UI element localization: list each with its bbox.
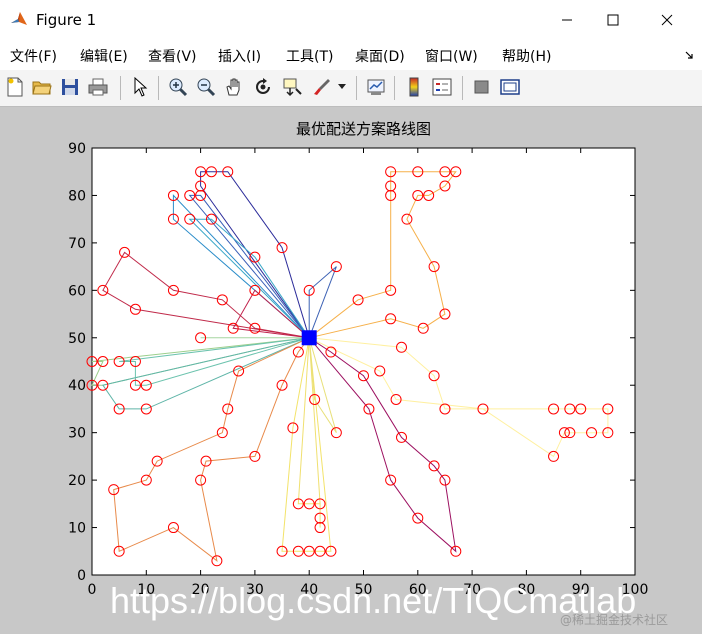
y-tick-label: 40 — [68, 378, 86, 394]
y-tick-label: 0 — [77, 568, 86, 584]
y-tick-label: 30 — [68, 426, 86, 442]
y-tick-label: 80 — [68, 188, 86, 204]
y-tick-label: 70 — [68, 236, 86, 252]
y-tick-label: 50 — [68, 331, 86, 347]
y-tick-label: 90 — [68, 141, 86, 157]
watermark: https://blog.csdn.net/TIQCmatlab — [110, 580, 637, 621]
watermark-small: @稀土掘金技术社区 — [560, 613, 669, 627]
depot-marker — [301, 330, 317, 346]
y-tick-label: 20 — [68, 473, 86, 489]
y-tick-label: 10 — [68, 521, 86, 537]
route-plot: 0 10 20 30 40 50 60 70 80 90 100010203040506070809… — [68, 141, 648, 598]
x-tick-label: 0 — [88, 582, 97, 598]
y-tick-label: 60 — [68, 283, 86, 299]
